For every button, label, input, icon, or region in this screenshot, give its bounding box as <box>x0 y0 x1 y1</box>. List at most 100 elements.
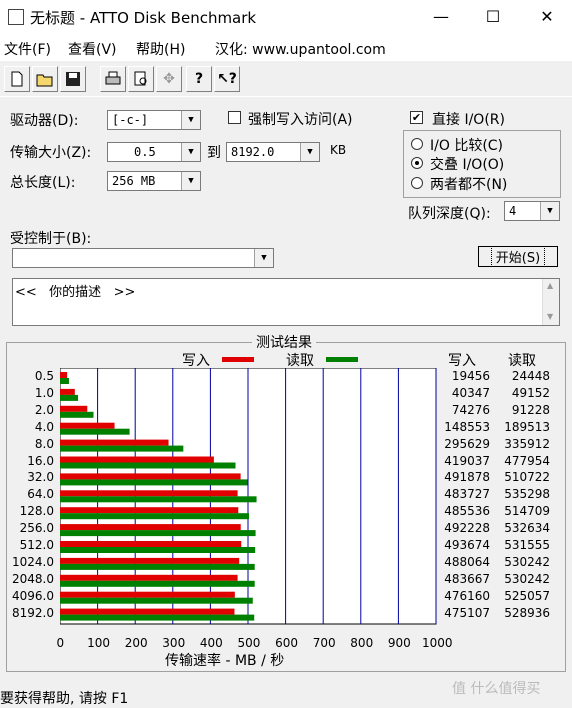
read-bar <box>60 411 94 418</box>
queue-depth-value: 4 <box>509 204 517 218</box>
menu-localize[interactable]: 汉化: www.upantool.com <box>215 39 386 59</box>
chevron-down-icon: ▼ <box>547 312 554 321</box>
transfer-to-select[interactable]: 8192.0 ▼ <box>226 142 320 162</box>
menu-bar: 文件(F) 查看(V) 帮助(H) 汉化: www.upantool.com <box>0 33 572 61</box>
io-compare-label: I/O 比较(C) <box>430 138 504 154</box>
write-bar <box>60 422 115 429</box>
chevron-down-icon: ▼ <box>181 111 200 129</box>
total-length-select[interactable]: 256 MB ▼ <box>107 171 201 191</box>
x-tick-label: 1000 <box>422 636 453 650</box>
overlapped-io-label: 交叠 I/O(O) <box>430 157 505 173</box>
read-bar <box>60 580 255 587</box>
read-value: 525057 <box>504 588 550 603</box>
read-value: 510722 <box>504 470 550 485</box>
x-tick-label: 100 <box>87 636 110 650</box>
watermark: 值 什么值得买 <box>452 681 541 697</box>
x-tick-label: 400 <box>199 636 223 650</box>
queue-depth-label: 队列深度(Q): <box>408 206 491 222</box>
total-length-value: 256 MB <box>112 174 156 188</box>
description-box[interactable]: << 你的描述 >> ▲ ▼ <box>12 278 560 326</box>
legend-write-label: 写入 <box>182 353 210 369</box>
legend-read-swatch <box>326 357 358 362</box>
start-button[interactable]: 开始(S) <box>478 246 558 267</box>
transfer-to-value: 8192.0 <box>231 145 275 159</box>
write-bar <box>60 388 75 395</box>
overlapped-io-radio[interactable] <box>411 157 423 169</box>
app-icon <box>8 9 24 25</box>
write-bar <box>60 439 169 446</box>
context-help-icon[interactable]: ↖? <box>214 66 240 92</box>
transfer-size-tick: 64.0 <box>27 487 54 502</box>
transfer-size-tick: 128.0 <box>19 504 54 519</box>
transfer-from-select[interactable]: 0.5 ▼ <box>107 142 201 162</box>
chevron-down-icon: ▼ <box>181 172 200 190</box>
neither-label: 两者都不(N) <box>430 177 508 193</box>
results-chart <box>60 368 437 625</box>
write-bar <box>60 372 68 378</box>
start-button-label: 开始(S) <box>490 246 546 267</box>
read-bar <box>60 394 79 401</box>
write-bar <box>60 574 238 581</box>
read-bar <box>60 462 236 469</box>
read-bar <box>60 614 255 621</box>
title-bar: 无标题 - ATTO Disk Benchmark — ☐ ✕ <box>0 0 572 33</box>
transfer-size-tick: 1024.0 <box>12 554 54 569</box>
read-bar <box>60 479 248 486</box>
queue-depth-select[interactable]: 4 ▼ <box>504 201 560 221</box>
save-icon[interactable] <box>60 66 86 92</box>
transfer-size-tick: 1.0 <box>34 385 54 400</box>
status-bar: 要获得帮助, 请按 F1 值 什么值得买 <box>0 681 572 707</box>
description-text: << 你的描述 >> <box>15 285 136 300</box>
neither-radio[interactable] <box>411 177 423 189</box>
menu-view[interactable]: 查看(V) <box>68 39 117 59</box>
results-title: 测试结果 <box>252 332 316 352</box>
col-write-header: 写入 <box>448 353 476 369</box>
col-read-header: 读取 <box>508 353 536 369</box>
transfer-size-tick: 256.0 <box>19 521 54 536</box>
transfer-size-tick: 8.0 <box>34 436 54 451</box>
transfer-size-tick: 2.0 <box>34 402 54 417</box>
menu-file[interactable]: 文件(F) <box>4 39 51 59</box>
description-scrollbar[interactable]: ▲ ▼ <box>542 279 559 325</box>
controlled-by-select[interactable]: ▼ <box>12 248 274 268</box>
print-preview-icon[interactable] <box>128 66 154 92</box>
force-write-label: 强制写入访问(A) <box>248 112 353 128</box>
write-bar <box>60 524 241 531</box>
menu-help[interactable]: 帮助(H) <box>136 39 185 59</box>
drive-label: 驱动器(D): <box>10 113 79 129</box>
new-icon[interactable] <box>4 66 30 92</box>
legend-write-swatch <box>222 357 254 362</box>
x-tick-label: 500 <box>237 636 261 650</box>
write-bar <box>60 608 235 615</box>
close-button[interactable]: ✕ <box>524 0 570 33</box>
force-write-checkbox[interactable] <box>228 111 241 124</box>
write-bar <box>60 591 235 598</box>
maximize-button[interactable]: ☐ <box>470 0 516 33</box>
drive-value: [-c-] <box>112 113 149 127</box>
transfer-size-tick: 512.0 <box>19 538 54 552</box>
transfer-size-tick: 32.0 <box>27 470 54 485</box>
move-icon[interactable]: ✥ <box>156 66 182 92</box>
direct-io-checkbox[interactable]: ✔ <box>410 111 423 124</box>
x-tick-label: 300 <box>162 636 186 650</box>
x-tick-label: 0 <box>56 636 65 650</box>
transfer-size-tick: 4.0 <box>34 419 54 434</box>
io-compare-radio[interactable] <box>411 138 423 150</box>
window-title: 无标题 - ATTO Disk Benchmark <box>30 9 257 27</box>
x-tick-label: 200 <box>124 636 148 650</box>
open-icon[interactable] <box>32 66 58 92</box>
read-value: 530242 <box>504 554 550 569</box>
write-bar <box>60 490 238 497</box>
x-tick-label: 800 <box>350 636 374 650</box>
read-value: 528936 <box>504 605 550 620</box>
print-icon[interactable] <box>100 66 126 92</box>
write-bar <box>60 557 240 564</box>
read-bar <box>60 530 256 537</box>
toolbar: ✥ ? ↖? <box>0 62 572 97</box>
help-icon[interactable]: ? <box>186 66 212 92</box>
read-bar <box>60 445 184 452</box>
total-length-label: 总长度(L): <box>10 175 76 191</box>
transfer-size-tick: 4096.0 <box>12 588 54 603</box>
drive-select[interactable]: [-c-] ▼ <box>107 110 201 130</box>
minimize-button[interactable]: — <box>418 0 464 33</box>
